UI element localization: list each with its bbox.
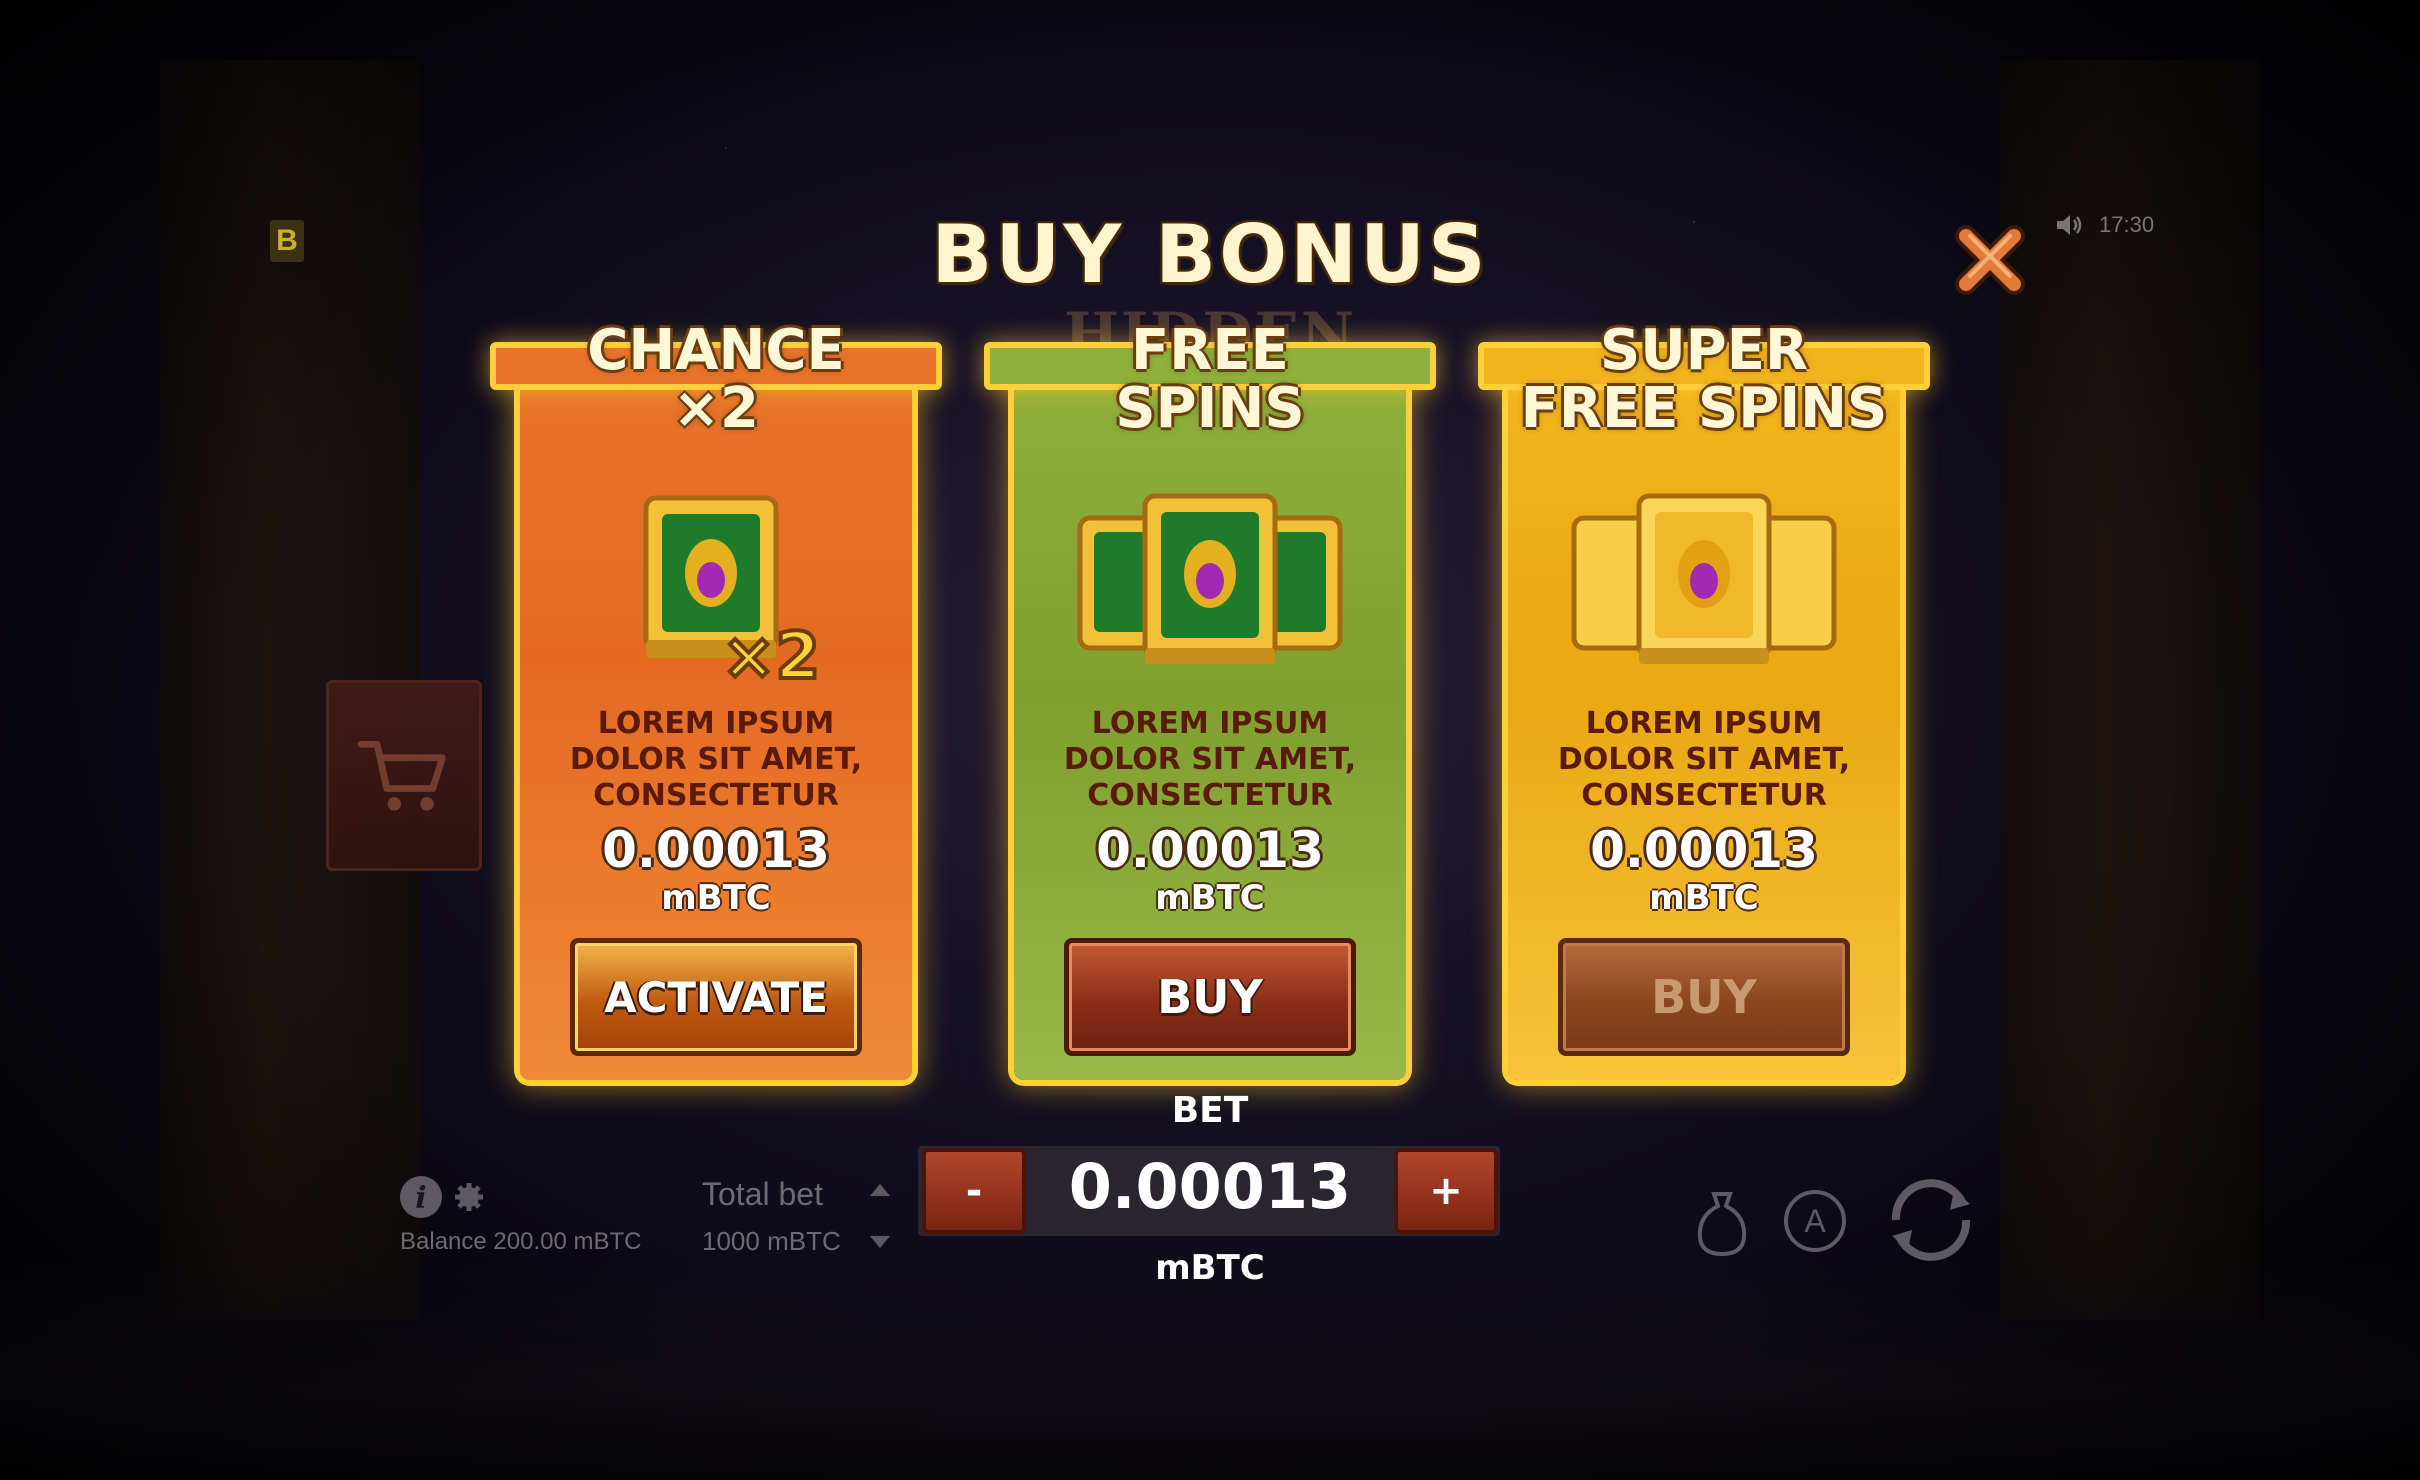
spin-icon[interactable] bbox=[1876, 1170, 1986, 1270]
bet-decrease-button[interactable]: - bbox=[922, 1148, 1026, 1234]
balance-display: Balance 200.00 mBTC bbox=[400, 1228, 642, 1255]
total-bet-label: Total bet bbox=[702, 1176, 823, 1212]
book-art: ×2 bbox=[490, 468, 942, 698]
scarab-books-icon bbox=[1077, 493, 1343, 664]
card-title: FREE SPINS bbox=[1115, 318, 1305, 441]
book-art bbox=[1478, 468, 1930, 698]
buy-button-disabled[interactable]: BUY bbox=[1558, 938, 1850, 1056]
chevron-down-icon bbox=[870, 1236, 890, 1248]
card-title: CHANCE ×2 bbox=[587, 318, 845, 441]
page-title: BUY BONUS bbox=[931, 208, 1489, 301]
multiplier-badge: ×2 bbox=[722, 620, 820, 694]
card-unit: mBTC bbox=[1155, 878, 1265, 918]
bet-increase-button[interactable]: + bbox=[1394, 1148, 1498, 1234]
card-price: 0.00013 bbox=[1096, 821, 1324, 879]
scarab-book-icon: ×2 bbox=[643, 495, 822, 696]
card-price: 0.00013 bbox=[1590, 821, 1818, 879]
svg-text:A: A bbox=[1804, 1203, 1826, 1239]
bet-value: 0.00013 bbox=[1068, 1150, 1352, 1223]
chevron-up-icon bbox=[870, 1184, 890, 1196]
bet-label: BET bbox=[1171, 1090, 1249, 1131]
shop-button[interactable] bbox=[326, 680, 482, 871]
bonus-card-super-free-spins: SUPER FREE SPINS LOREM IPSUM DOLOR SIT A… bbox=[1478, 322, 1930, 1080]
card-description: LOREM IPSUM DOLOR SIT AMET, CONSECTETUR bbox=[1557, 706, 1851, 813]
card-description: LOREM IPSUM DOLOR SIT AMET, CONSECTETUR bbox=[1063, 706, 1357, 813]
activate-button[interactable]: ACTIVATE bbox=[570, 938, 862, 1056]
card-unit: mBTC bbox=[661, 878, 771, 918]
svg-text:i: i bbox=[415, 1181, 426, 1216]
bet-unit: mBTC bbox=[1155, 1248, 1265, 1288]
card-unit: mBTC bbox=[1649, 878, 1759, 918]
card-price: 0.00013 bbox=[602, 821, 830, 879]
card-title: SUPER FREE SPINS bbox=[1520, 318, 1888, 441]
buy-button[interactable]: BUY bbox=[1064, 938, 1356, 1056]
bonus-card-free-spins: FREE SPINS LOREM IPSUM DOLOR SIT AMET, C… bbox=[984, 322, 1436, 1080]
total-bet-stepper[interactable] bbox=[868, 1180, 892, 1260]
info-icon[interactable]: i bbox=[398, 1174, 444, 1220]
autoplay-icon[interactable]: A bbox=[1780, 1186, 1850, 1256]
golden-books-icon bbox=[1571, 493, 1837, 664]
gear-icon[interactable] bbox=[454, 1182, 484, 1212]
cart-icon bbox=[357, 740, 446, 811]
money-bag-icon[interactable] bbox=[1694, 1188, 1750, 1258]
card-description: LOREM IPSUM DOLOR SIT AMET, CONSECTETUR bbox=[569, 706, 863, 813]
book-art bbox=[984, 468, 1436, 698]
total-bet-value: 1000 mBTC bbox=[702, 1226, 841, 1256]
bonus-card-chance: CHANCE ×2 ×2 LOREM IPSUM DOLOR SIT AMET,… bbox=[490, 322, 942, 1080]
